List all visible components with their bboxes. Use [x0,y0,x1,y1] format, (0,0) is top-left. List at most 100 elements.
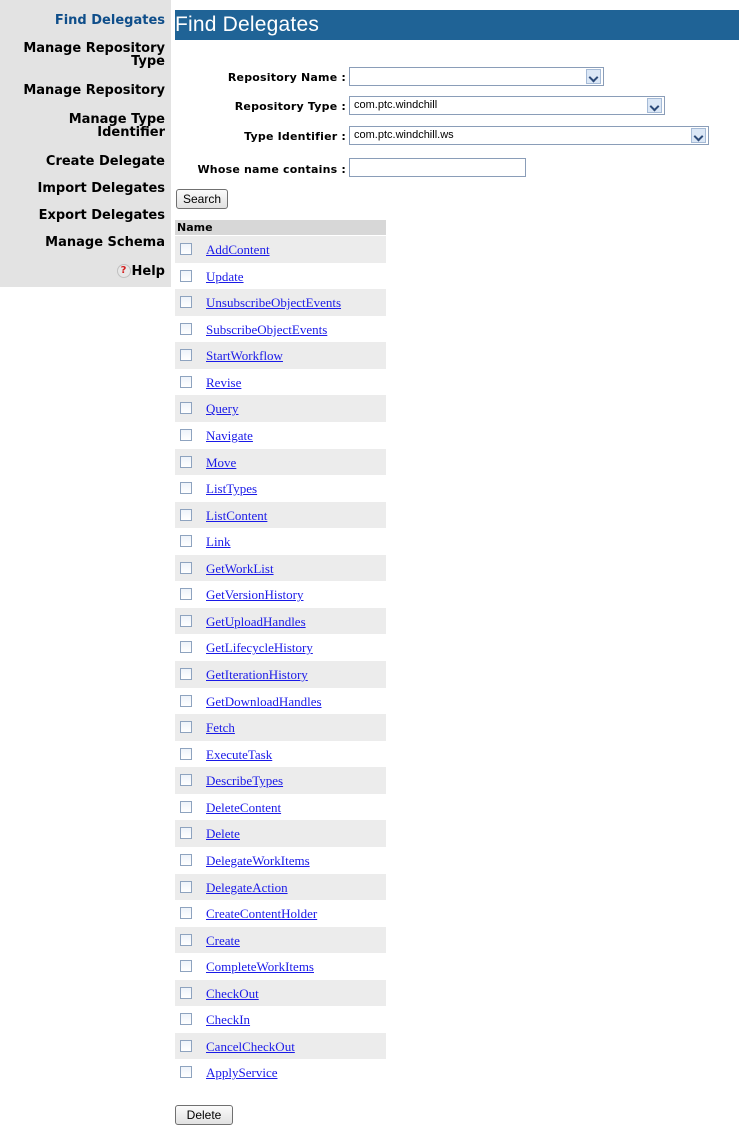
row-checkbox[interactable] [180,243,192,255]
row-checkbox[interactable] [180,800,192,813]
delegate-link[interactable]: GetLifecycleHistory [206,640,313,656]
row-checkbox[interactable] [180,907,192,920]
type-identifier-select[interactable]: com.ptc.windchill.ws [349,126,709,145]
delegate-link[interactable]: StartWorkflow [206,348,283,364]
delegate-link[interactable]: AddContent [206,242,270,258]
delegate-link[interactable]: DelegateWorkItems [206,853,310,869]
row-checkbox[interactable] [180,721,192,734]
repository-type-select[interactable]: com.ptc.windchill [349,96,665,115]
table-row: SubscribeObjectEvents [175,316,386,343]
sidebar-item-manage-repository[interactable]: Manage Repository [23,84,165,97]
table-row: GetUploadHandles [175,607,386,635]
name-contains-input[interactable] [349,158,526,177]
delegate-link[interactable]: Link [206,534,231,550]
table-row: DeleteContent [175,794,386,821]
delegate-link[interactable]: Revise [206,375,241,391]
row-checkbox[interactable] [180,641,192,654]
delegate-link[interactable]: Move [206,455,236,471]
results-list: AddContent Update UnsubscribeObjectEvents S… [175,236,386,1086]
delegate-link[interactable]: UnsubscribeObjectEvents [206,295,341,311]
row-checkbox[interactable] [180,269,192,282]
delegate-link[interactable]: ListTypes [206,481,257,497]
type-identifier-value: com.ptc.windchill.ws [354,129,454,141]
delegate-link[interactable]: Update [206,269,244,285]
row-checkbox[interactable] [180,668,192,680]
table-row: CheckIn [175,1006,386,1033]
row-checkbox[interactable] [180,561,192,574]
table-row: DelegateAction [175,873,386,901]
repository-name-select[interactable] [349,67,604,86]
sidebar-item-create-delegate[interactable]: Create Delegate [46,155,165,168]
search-button[interactable]: Search [176,189,228,209]
sidebar-item-label: Help [131,263,165,279]
sidebar-item-manage-type-identifier[interactable]: Manage Type Identifier [69,113,165,139]
row-checkbox[interactable] [180,322,192,335]
help-icon: ? [116,264,131,278]
row-checkbox[interactable] [180,455,192,468]
delegate-link[interactable]: DeleteContent [206,800,281,816]
chevron-down-icon[interactable] [691,128,706,143]
row-checkbox[interactable] [180,694,192,707]
table-row: Navigate [175,422,386,449]
table-row: DescribeTypes [175,767,386,794]
delegate-link[interactable]: ListContent [206,508,267,524]
delegate-link[interactable]: Query [206,401,239,417]
row-checkbox[interactable] [180,349,192,362]
table-row: Delete [175,820,386,847]
column-header-label: Name [177,221,213,234]
sidebar-item-manage-schema[interactable]: Manage Schema [45,236,165,249]
delegate-link[interactable]: CompleteWorkItems [206,959,314,975]
chevron-down-icon[interactable] [647,98,662,113]
sidebar-item-export-delegates[interactable]: Export Delegates [39,209,165,222]
row-checkbox[interactable] [180,853,192,866]
table-row: StartWorkflow [175,342,386,369]
row-checkbox[interactable] [180,428,192,441]
row-checkbox[interactable] [180,960,192,973]
table-row: CompleteWorkItems [175,953,386,980]
sidebar-item-import-delegates[interactable]: Import Delegates [38,182,166,195]
row-checkbox[interactable] [180,1039,192,1052]
sidebar-item-manage-repository-type[interactable]: Manage Repository Type [23,42,165,68]
row-checkbox[interactable] [180,482,192,495]
delegate-link[interactable]: CheckIn [206,1012,250,1028]
delete-button[interactable]: Delete [175,1105,233,1125]
delegate-link[interactable]: GetWorkList [206,561,274,577]
delegate-link[interactable]: Delete [206,826,240,842]
delegate-link[interactable]: GetVersionHistory [206,587,304,603]
row-checkbox[interactable] [180,402,192,415]
row-checkbox[interactable] [180,774,192,787]
row-checkbox[interactable] [180,1066,192,1079]
row-checkbox[interactable] [180,508,192,521]
row-checkbox[interactable] [180,827,192,840]
delegate-link[interactable]: CancelCheckOut [206,1039,295,1055]
delegate-link[interactable]: CheckOut [206,986,259,1002]
sidebar-item-help[interactable]: ? Help [116,263,165,279]
row-checkbox[interactable] [180,375,192,388]
delegate-link[interactable]: Fetch [206,720,235,736]
delegate-link[interactable]: Navigate [206,428,253,444]
delegate-link[interactable]: GetDownloadHandles [206,694,322,710]
chevron-down-icon[interactable] [586,69,601,84]
delegate-link[interactable]: Create [206,933,240,949]
delegate-link[interactable]: ApplyService [206,1065,277,1081]
delegate-link[interactable]: ExecuteTask [206,747,272,763]
sidebar-item-find-delegates[interactable]: Find Delegates [55,14,165,27]
delegate-link[interactable]: GetUploadHandles [206,614,306,630]
row-checkbox[interactable] [180,1013,192,1026]
row-checkbox[interactable] [180,933,192,946]
column-header-name[interactable]: Name [175,220,386,235]
row-checkbox[interactable] [180,588,192,601]
delegate-link[interactable]: SubscribeObjectEvents [206,322,327,338]
delegate-link[interactable]: DelegateAction [206,880,288,896]
delegate-link[interactable]: CreateContentHolder [206,906,317,922]
table-row: ListContent [175,501,386,529]
table-row: GetVersionHistory [175,581,386,608]
row-checkbox[interactable] [180,296,192,309]
row-checkbox[interactable] [180,880,192,893]
row-checkbox[interactable] [180,535,192,548]
row-checkbox[interactable] [180,747,192,760]
row-checkbox[interactable] [180,986,192,999]
delegate-link[interactable]: GetIterationHistory [206,667,308,683]
row-checkbox[interactable] [180,614,192,627]
delegate-link[interactable]: DescribeTypes [206,773,283,789]
